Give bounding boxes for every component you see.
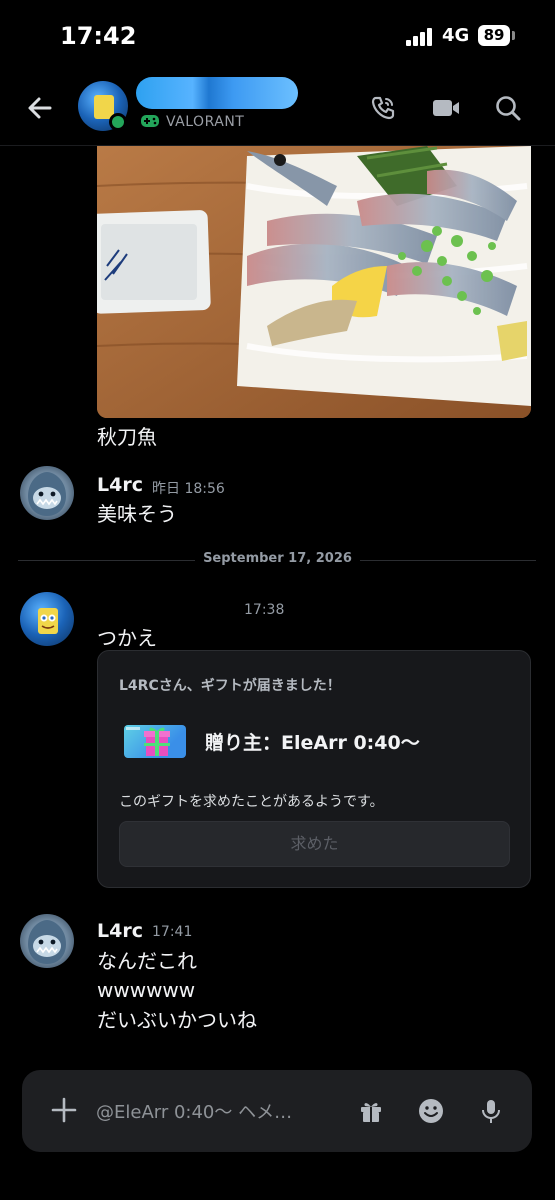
gift-description: このギフトを求めたことがあるようです。	[119, 794, 384, 810]
date-divider: September 17, 2026	[195, 551, 360, 571]
signal-icon	[406, 28, 436, 46]
message-timestamp: 17:38	[244, 602, 285, 618]
gift-sender: 贈り主：EleArr 0:40〜	[205, 732, 420, 754]
microphone-icon[interactable]	[477, 1097, 505, 1125]
voice-call-icon[interactable]	[367, 92, 399, 124]
back-arrow-icon[interactable]	[24, 92, 56, 124]
username-redacted[interactable]	[136, 77, 298, 109]
search-icon[interactable]	[492, 92, 524, 124]
gift-box-icon	[124, 725, 186, 758]
activity-label: VALORANT	[166, 114, 245, 130]
avatar[interactable]	[20, 466, 74, 520]
claimed-button[interactable]: 求めた	[119, 821, 510, 867]
gift-card: L4RCさん、ギフトが届きました！ 贈り主：EleArr 0:40〜 このギフト…	[97, 650, 531, 888]
gamepad-icon	[141, 115, 159, 127]
status-time: 17:42	[60, 22, 137, 50]
avatar[interactable]	[20, 592, 74, 646]
username[interactable]: L4rc	[97, 920, 143, 942]
message-timestamp: 17:41	[152, 924, 193, 940]
message-text: 秋刀魚	[97, 425, 157, 449]
battery-icon: 89	[478, 25, 510, 46]
plus-icon[interactable]	[51, 1097, 77, 1123]
chat-header: VALORANT	[0, 74, 555, 146]
message-timestamp: 昨日 18:56	[152, 481, 225, 497]
username[interactable]: L4rc	[97, 474, 143, 496]
battery-cap	[512, 31, 515, 40]
message-text: だいぶいかついね	[97, 1008, 257, 1032]
online-status-dot	[109, 113, 127, 131]
status-bar: 17:42 4G 89	[0, 0, 555, 74]
message-text: wwwwww	[97, 978, 196, 1002]
emoji-icon[interactable]	[417, 1097, 445, 1125]
video-call-icon[interactable]	[430, 92, 462, 124]
message-text: なんだこれ	[97, 949, 197, 973]
gift-title: L4RCさん、ギフトが届きました！	[119, 678, 341, 694]
message-text: つかえ	[97, 626, 157, 650]
attached-photo[interactable]	[97, 146, 531, 418]
message-input[interactable]	[96, 1098, 320, 1126]
avatar[interactable]	[20, 914, 74, 968]
message-composer	[22, 1070, 532, 1152]
network-label: 4G	[442, 25, 470, 46]
gift-icon[interactable]	[357, 1097, 385, 1125]
message-text: 美味そう	[97, 502, 177, 526]
